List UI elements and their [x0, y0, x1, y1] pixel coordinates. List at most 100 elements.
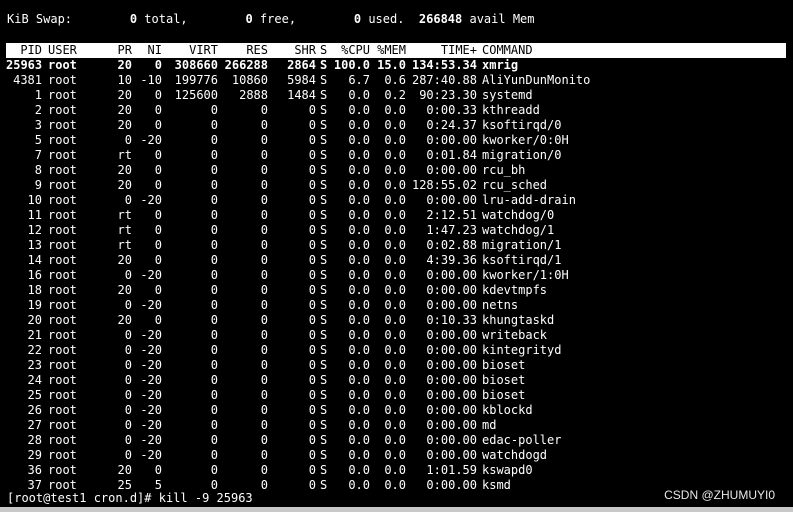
table-row: 27 root 0 -20 0 0 0 S 0.0 0.0 0:00.00 md: [6, 418, 786, 433]
cell-time: 90:23.30: [419, 88, 477, 102]
cell-cpu: 0.0: [348, 388, 370, 402]
cell-time: 2:12.51: [426, 208, 477, 222]
cell-time: 0:00.00: [426, 448, 477, 462]
cell-pr: 0: [124, 193, 132, 207]
cell-pr: rt: [117, 208, 132, 222]
cell-mem: 0.0: [384, 388, 406, 402]
cell-cpu: 0.0: [348, 298, 370, 312]
table-row: 28 root 0 -20 0 0 0 S 0.0 0.0 0:00.00 edac-poller: [6, 433, 786, 448]
cell-time: 0:00.00: [426, 388, 477, 402]
cell-mem: 0.0: [384, 358, 406, 372]
cell-user: root: [48, 193, 77, 207]
cell-mem: 0.0: [384, 268, 406, 282]
table-row: 22 root 0 -20 0 0 0 S 0.0 0.0 0:00.00 kintegrityd: [6, 343, 786, 358]
cell-cpu: 0.0: [348, 208, 370, 222]
cell-cpu: 0.0: [348, 343, 370, 357]
cell-shr: 0: [308, 433, 316, 447]
column-header-pr: PR: [117, 43, 132, 57]
process-list: 25963 root 20 0 308660 266288 2864 S 100.0 15.0 13…: [6, 58, 786, 493]
cell-shr: 0: [308, 403, 316, 417]
cell-time: 0:00.00: [426, 193, 477, 207]
cell-mem: 0.0: [384, 118, 406, 132]
swap-used-value: 0: [353, 12, 362, 26]
table-row: 18 root 20 0 0 0 0 S 0.0 0.0 0:00.00 kdevtmpfs: [6, 283, 786, 298]
cell-s: S: [320, 328, 328, 342]
cell-ni: 0: [154, 88, 162, 102]
cell-res: 0: [260, 343, 268, 357]
cell-command: migration/0: [482, 148, 562, 162]
cell-ni: -20: [140, 448, 162, 462]
terminal-window[interactable]: KiB Swap: 0 total, 0 free, 0 used. 26684…: [0, 0, 793, 512]
cell-ni: -20: [140, 268, 162, 282]
cell-pr: 20: [117, 103, 132, 117]
column-header-state: S: [320, 43, 328, 57]
cell-user: root: [48, 328, 77, 342]
cell-command: lru-add-drain: [482, 193, 576, 207]
cell-cpu: 0.0: [348, 418, 370, 432]
table-row: 23 root 0 -20 0 0 0 S 0.0 0.0 0:00.00 bioset: [6, 358, 786, 373]
cell-virt: 0: [210, 133, 218, 147]
cell-pr: 0: [124, 328, 132, 342]
cell-ni: 0: [154, 238, 162, 252]
table-row: 26 root 0 -20 0 0 0 S 0.0 0.0 0:00.00 kblockd: [6, 403, 786, 418]
cell-time: 1:47.23: [426, 223, 477, 237]
table-row: 25963 root 20 0 308660 266288 2864 S 100.0 15.0 13…: [6, 58, 786, 73]
cell-cpu: 0.0: [348, 283, 370, 297]
cell-time: 0:02.88: [426, 238, 477, 252]
cell-command: systemd: [482, 88, 533, 102]
column-header-cpu: %CPU: [341, 43, 370, 57]
cell-cpu: 0.0: [348, 193, 370, 207]
swap-total-value: 0: [129, 12, 138, 26]
cell-shr: 5984: [287, 73, 316, 87]
cell-ni: -20: [140, 193, 162, 207]
cell-command: writeback: [482, 328, 548, 342]
cell-res: 0: [260, 118, 268, 132]
cell-shr: 1484: [287, 88, 316, 102]
cell-ni: 0: [154, 253, 162, 267]
cell-time: 0:00.00: [426, 403, 477, 417]
cell-res: 0: [260, 433, 268, 447]
shell-prompt[interactable]: [root@test1 cron.d]# kill -9 25963: [7, 491, 253, 506]
cell-user: root: [48, 73, 77, 87]
cell-mem: 0.0: [384, 343, 406, 357]
cell-shr: 0: [308, 448, 316, 462]
cell-user: root: [48, 253, 77, 267]
cell-s: S: [320, 268, 328, 282]
cell-ni: -20: [140, 298, 162, 312]
cell-command: watchdog/0: [482, 208, 555, 222]
cell-res: 0: [260, 313, 268, 327]
cell-pr: 0: [124, 403, 132, 417]
cell-pid: 4381: [13, 73, 42, 87]
cell-pr: rt: [117, 223, 132, 237]
cell-s: S: [320, 238, 328, 252]
cell-s: S: [320, 148, 328, 162]
cell-pr: 10: [117, 73, 132, 87]
cell-virt: 308660: [174, 58, 218, 72]
cell-time: 0:10.33: [426, 313, 477, 327]
cell-time: 1:01.59: [426, 463, 477, 477]
cell-cpu: 0.0: [348, 88, 370, 102]
cell-time: 0:00.00: [426, 373, 477, 387]
cell-pid: 10: [27, 193, 42, 207]
cell-pr: 20: [117, 58, 132, 72]
table-row: 10 root 0 -20 0 0 0 S 0.0 0.0 0:00.00 lru-add-drain: [6, 193, 786, 208]
cell-s: S: [320, 463, 328, 477]
cell-res: 0: [260, 418, 268, 432]
cell-shr: 0: [308, 148, 316, 162]
cell-shr: 2864: [287, 58, 316, 72]
cell-user: root: [48, 418, 77, 432]
cell-mem: 0.0: [384, 313, 406, 327]
cell-pid: 20: [27, 313, 42, 327]
cell-command: khungtaskd: [482, 313, 555, 327]
cell-ni: 0: [154, 223, 162, 237]
table-row: 2 root 20 0 0 0 0 S 0.0 0.0 0:00.33 kthreadd: [6, 103, 786, 118]
cell-command: AliYunDunMonito: [482, 73, 591, 87]
cell-virt: 0: [210, 313, 218, 327]
cell-virt: 0: [210, 148, 218, 162]
cell-ni: 0: [154, 463, 162, 477]
cell-ni: -20: [140, 358, 162, 372]
cell-pr: 20: [117, 178, 132, 192]
cell-shr: 0: [308, 298, 316, 312]
cell-virt: 125600: [174, 88, 218, 102]
cell-cpu: 0.0: [348, 403, 370, 417]
